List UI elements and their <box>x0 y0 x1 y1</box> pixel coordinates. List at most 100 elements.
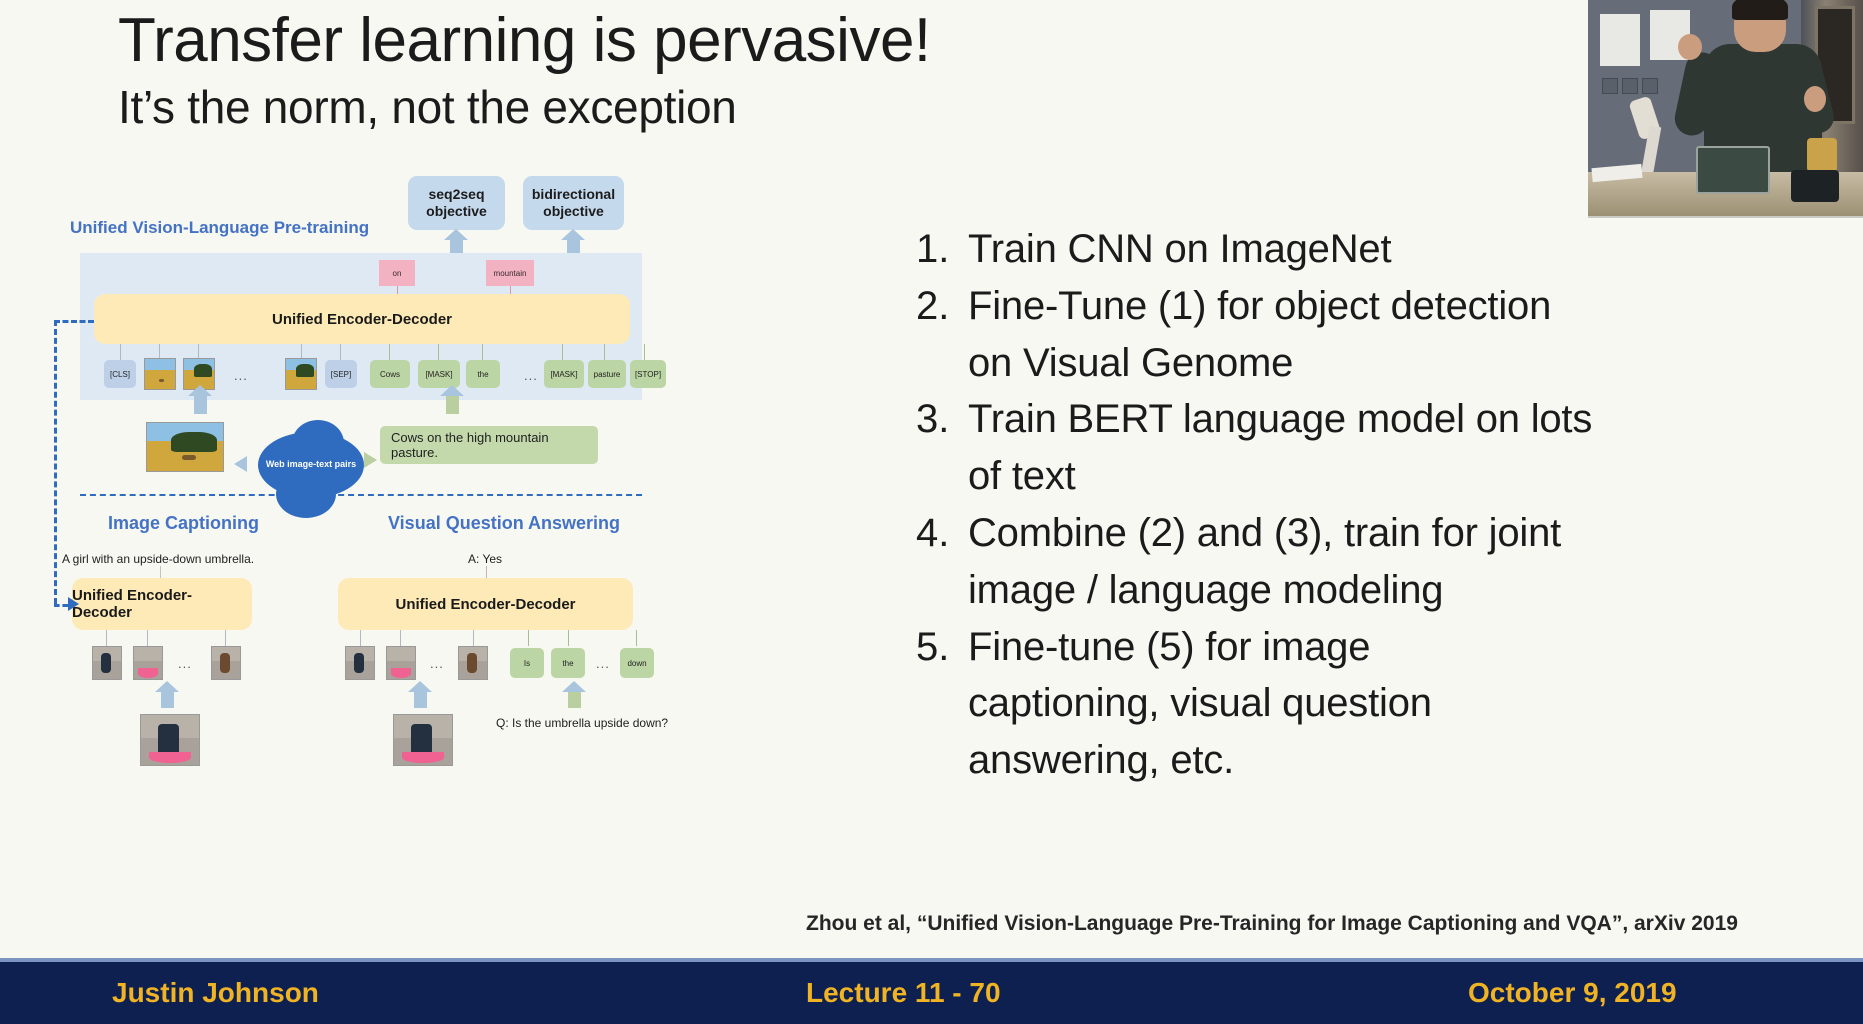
list-item: captioning, visual question <box>916 676 1606 731</box>
list-item-label: Train BERT language model on lots <box>968 397 1593 442</box>
up-arrow-icon <box>440 385 464 414</box>
list-item: on Visual Genome <box>916 336 1606 391</box>
token-chip-word: the <box>551 648 585 678</box>
transfer-connector <box>54 320 57 604</box>
image-patch-token <box>144 358 176 390</box>
cloud-label: Web image-text pairs <box>265 459 357 470</box>
list-item-number: 1. <box>916 227 950 271</box>
list-item-label: Combine (2) and (3), train for joint <box>968 510 1562 555</box>
token-chip-cls: [CLS] <box>104 360 136 388</box>
predicted-token-chip: mountain <box>486 260 534 286</box>
transfer-connector <box>54 604 68 607</box>
connector-line <box>562 344 563 360</box>
right-arrow-icon <box>364 452 377 468</box>
list-item: of text <box>916 449 1606 504</box>
list-item-number: 3. <box>916 397 950 442</box>
right-arrow-icon <box>68 597 79 611</box>
footer-lecture-number: Lecture 11 - 70 <box>806 977 1001 1008</box>
list-item: 3. Train BERT language model on lots <box>916 392 1606 447</box>
page-title: Transfer learning is pervasive! <box>118 6 931 75</box>
captioning-output-text: A girl with an upside-down umbrella. <box>62 552 255 566</box>
list-item: answering, etc. <box>916 733 1606 788</box>
slide-footer: Justin Johnson Lecture 11 - 70 October 9… <box>0 958 1863 1024</box>
figure-section-label-pretraining: Unified Vision-Language Pre-training <box>70 218 370 237</box>
webcam-lecturer-hand <box>1678 34 1702 60</box>
connector-line <box>147 630 148 646</box>
ellipsis-icon: ... <box>596 656 610 671</box>
list-item-number: 4. <box>916 510 950 555</box>
token-chip-word: Is <box>510 648 544 678</box>
objective-line2: objective <box>543 203 604 219</box>
connector-line <box>528 630 529 646</box>
image-patch-token <box>92 646 122 680</box>
connector-line <box>360 630 361 646</box>
webcam-lecturer-hair <box>1732 0 1788 20</box>
up-arrow-icon <box>188 385 212 414</box>
objective-line1: bidirectional <box>531 185 616 202</box>
list-item: image / language modeling <box>916 563 1606 618</box>
list-item: 2. Fine-Tune (1) for object detection <box>916 279 1606 334</box>
section-divider <box>80 494 642 496</box>
predicted-token-chip: on <box>379 260 415 286</box>
unified-encoder-decoder-vqa: Unified Encoder-Decoder <box>338 578 633 630</box>
connector-line <box>106 630 107 646</box>
list-item-label: answering, etc. <box>968 738 1235 783</box>
list-item-label: captioning, visual question <box>968 681 1432 726</box>
token-chip-word: Cows <box>370 360 410 388</box>
unified-encoder-decoder-pretrain: Unified Encoder-Decoder <box>94 294 630 344</box>
connector-line <box>473 630 474 646</box>
caption-sentence-box: Cows on the high mountain pasture. <box>380 426 598 464</box>
token-chip-word: down <box>620 648 654 678</box>
objective-box-seq2seq: seq2seq objective <box>408 176 505 230</box>
transfer-learning-steps-list: 1. Train CNN on ImageNet 2. Fine-Tune (1… <box>916 222 1606 790</box>
up-arrow-icon <box>408 681 432 708</box>
token-chip-stop: [STOP] <box>630 360 666 388</box>
up-arrow-icon <box>155 681 179 708</box>
source-image <box>393 714 453 766</box>
token-chip-sep: [SEP] <box>325 360 357 388</box>
list-item-label: Fine-tune (5) for image <box>968 624 1371 669</box>
page-subtitle: It’s the norm, not the exception <box>118 80 737 133</box>
connector-line <box>482 344 483 360</box>
up-arrow-icon <box>562 681 586 708</box>
connector-line <box>340 344 341 360</box>
ellipsis-icon: ... <box>234 368 248 383</box>
connector-line <box>389 344 390 360</box>
ellipsis-icon: ... <box>430 656 444 671</box>
image-patch-token <box>345 646 375 680</box>
objective-line1: seq2seq <box>428 185 485 202</box>
list-item: 5. Fine-tune (5) for image <box>916 620 1606 675</box>
citation: Zhou et al, “Unified Vision-Language Pre… <box>806 912 1738 935</box>
list-item-label: on Visual Genome <box>968 340 1294 385</box>
lecturer-webcam-inset <box>1588 0 1863 218</box>
connector-line <box>400 630 401 646</box>
connector-line <box>438 344 439 360</box>
connector-line <box>604 344 605 360</box>
figure-section-label-captioning: Image Captioning <box>108 513 260 533</box>
list-item-number: 2. <box>916 283 950 328</box>
left-arrow-icon <box>234 456 247 472</box>
webcam-poster <box>1600 14 1640 66</box>
webcam-wall-panel <box>1602 78 1618 94</box>
vqa-answer-text: A: Yes <box>468 552 503 566</box>
objective-line2: objective <box>426 203 487 219</box>
webcam-desk-object <box>1807 138 1837 172</box>
token-chip-mask: [MASK] <box>418 360 460 388</box>
slide: Transfer learning is pervasive! It’s the… <box>0 0 1863 1024</box>
webcam-wall-panel <box>1642 78 1658 94</box>
list-item: 4. Combine (2) and (3), train for joint <box>916 506 1606 561</box>
source-image <box>146 422 224 472</box>
list-item-label: image / language modeling <box>968 567 1444 612</box>
vqa-question-text: Q: Is the umbrella upside down? <box>496 716 669 730</box>
list-item-label: Fine-Tune (1) for object detection <box>968 283 1552 328</box>
webcam-desk-object <box>1791 170 1839 202</box>
webcam-lecturer-hand <box>1804 86 1826 112</box>
list-item: 1. Train CNN on ImageNet <box>916 222 1606 277</box>
token-chip-word: the <box>466 360 500 388</box>
image-patch-token <box>458 646 488 680</box>
title-block: Transfer learning is pervasive! It’s the… <box>118 6 931 134</box>
token-chip-mask: [MASK] <box>544 360 584 388</box>
connector-line <box>568 630 569 646</box>
list-item-number: 5. <box>916 624 950 669</box>
paper-figure: Unified Vision-Language Pre-training seq… <box>48 176 898 898</box>
